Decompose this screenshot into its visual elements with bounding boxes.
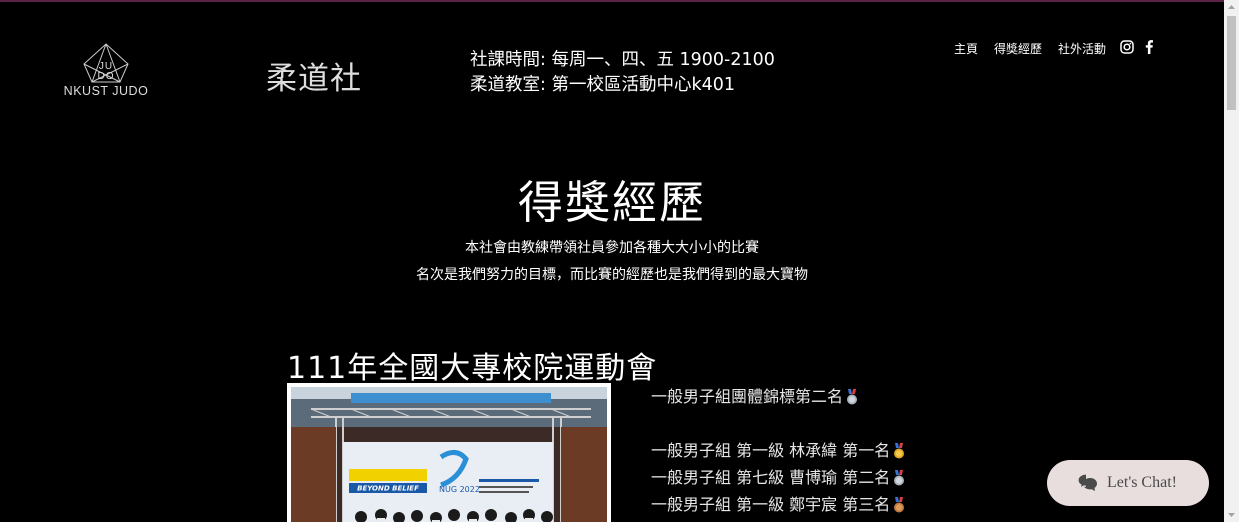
main-nav: 主頁 得獎經歷 社外活動 <box>954 40 1106 57</box>
schedule-room: 柔道教室: 第一校區活動中心k401 <box>470 75 735 95</box>
club-title: 柔道社 <box>266 61 362 97</box>
photo-content: BEYOND BELIEF NUG 2022 <box>291 387 607 522</box>
schedule-info: 社課時間: 每周一、四、五 1900-2100 柔道教室: 第一校區活動中心k4… <box>470 48 775 98</box>
nav-item-awards[interactable]: 得獎經歷 <box>994 40 1042 57</box>
instagram-icon[interactable] <box>1120 40 1134 54</box>
intro-line-1: 本社會由教練帶領社員參加各種大大小小的比賽 <box>465 240 759 256</box>
result-text: 一般男子組 第一級 林承緯 第一名 <box>651 441 891 460</box>
result-item: 一般男子組團體錦標第二名 <box>651 383 906 410</box>
photo-banner-text: BEYOND BELIEF <box>357 485 419 493</box>
photo-sign-text: NUG 2022 <box>439 485 480 494</box>
result-text: 一般男子組 第七級 曹博瑜 第二名 <box>651 468 891 487</box>
logo[interactable]: JU DO NKUST JUDO <box>58 42 154 102</box>
nav-item-activities[interactable]: 社外活動 <box>1058 40 1106 57</box>
bronze-medal-icon <box>894 496 905 512</box>
photo-scene: BEYOND BELIEF NUG 2022 <box>291 387 607 522</box>
facebook-icon[interactable] <box>1144 40 1154 54</box>
chat-label: Let's Chat! <box>1107 474 1177 491</box>
results-list: 一般男子組團體錦標第二名 一般男子組 第一級 林承緯 第一名 一般男子組 第七級… <box>651 383 906 518</box>
result-item: 一般男子組 第一級 林承緯 第一名 <box>651 437 906 464</box>
result-item: 一般男子組 第一級 鄭宇宸 第三名 <box>651 491 906 518</box>
schedule-time: 社課時間: 每周一、四、五 1900-2100 <box>470 50 775 70</box>
result-text: 一般男子組團體錦標第二名 <box>651 387 844 406</box>
chat-bubble-icon <box>1077 473 1097 491</box>
logo-name: NKUST JUDO <box>63 84 149 98</box>
silver-medal-icon <box>847 388 858 404</box>
chat-button[interactable]: Let's Chat! <box>1047 460 1209 506</box>
scroll-up-arrow-icon[interactable] <box>1224 0 1239 15</box>
intro-line-2: 名次是我們努力的目標，而比賽的經歷也是我們得到的最大寶物 <box>416 267 808 283</box>
result-item: 一般男子組 第七級 曹博瑜 第二名 <box>651 464 906 491</box>
scrollbar-thumb[interactable] <box>1227 16 1236 110</box>
scroll-down-arrow-icon[interactable] <box>1224 507 1239 522</box>
team-photo[interactable]: BEYOND BELIEF NUG 2022 <box>287 383 611 522</box>
logo-mark: JU DO <box>97 61 115 82</box>
gold-medal-icon <box>894 442 905 458</box>
page-title: 得獎經歷 <box>517 176 706 229</box>
silver-medal-icon <box>894 469 905 485</box>
social-links <box>1120 40 1154 54</box>
top-accent-line <box>0 0 1224 2</box>
result-text: 一般男子組 第一級 鄭宇宸 第三名 <box>651 495 891 514</box>
intro-text: 本社會由教練帶領社員參加各種大大小小的比賽 名次是我們努力的目標，而比賽的經歷也… <box>0 235 1224 289</box>
event-title: 111年全國大專校院運動會 <box>287 351 658 386</box>
page-scrollbar[interactable] <box>1224 0 1239 522</box>
nav-item-home[interactable]: 主頁 <box>954 40 978 57</box>
